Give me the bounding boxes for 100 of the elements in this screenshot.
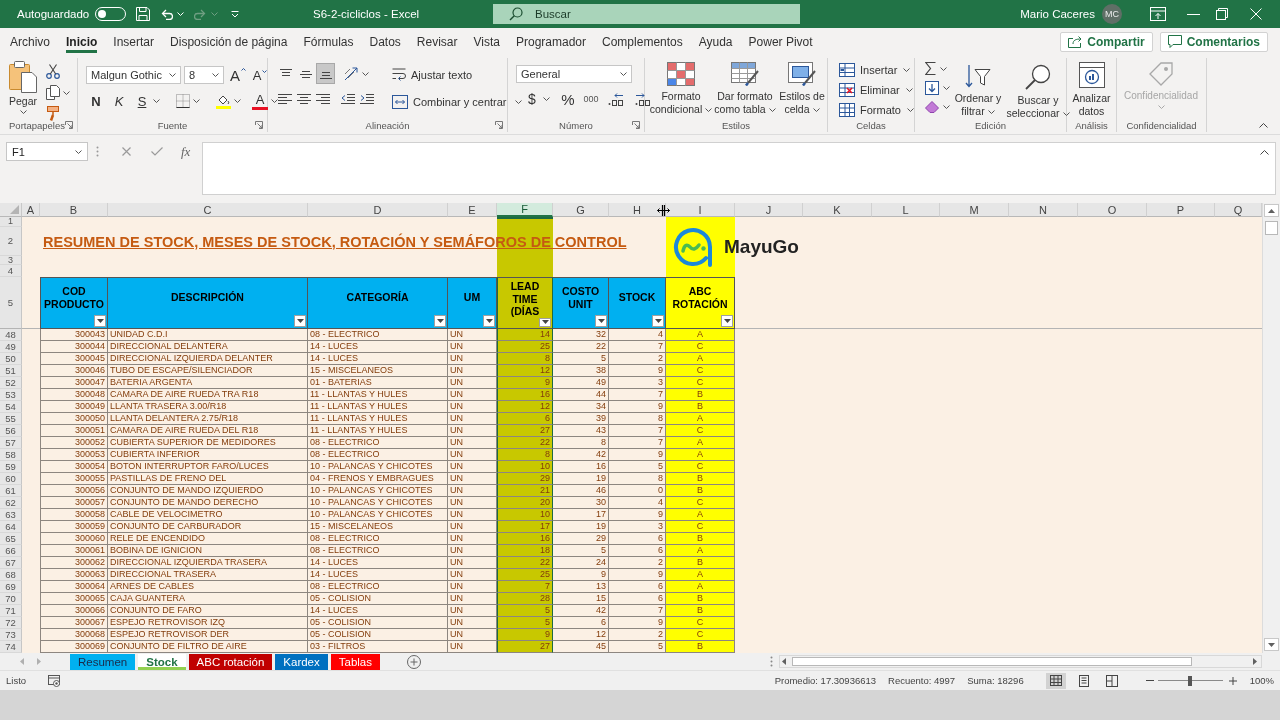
caret-icon[interactable]	[768, 108, 776, 113]
sheet-tab[interactable]: ABC rotación	[188, 653, 273, 670]
row-header[interactable]: 74	[0, 641, 22, 653]
row-header[interactable]: 68	[0, 569, 22, 581]
row-header[interactable]: 5	[0, 277, 22, 329]
decrease-decimal-icon[interactable]	[635, 92, 651, 106]
row-header[interactable]: 2	[0, 227, 22, 256]
drag-handle-icon[interactable]	[96, 146, 99, 157]
align-center-icon[interactable]	[297, 93, 311, 104]
ribbon-display-icon[interactable]	[1150, 7, 1166, 21]
row-header[interactable]: 72	[0, 617, 22, 629]
column-header[interactable]: F	[497, 203, 553, 217]
caret-icon[interactable]	[903, 67, 911, 72]
number-format-dropdown[interactable]: General	[516, 65, 632, 83]
filter-button[interactable]	[539, 317, 551, 327]
caret-icon[interactable]	[75, 149, 82, 154]
menu-tab[interactable]: Complementos	[594, 28, 691, 55]
row-header[interactable]: 62	[0, 497, 22, 509]
insert-function-button[interactable]: fx	[181, 143, 191, 160]
copy-icon[interactable]	[46, 85, 60, 100]
caret-icon[interactable]	[271, 99, 278, 103]
thousands-button[interactable]: 000	[583, 89, 599, 109]
row-header[interactable]: 51	[0, 365, 22, 377]
format-as-table-button[interactable]: Dar formato como tabla	[713, 60, 777, 118]
percent-button[interactable]: %	[560, 89, 576, 109]
shrink-font-button[interactable]: A	[252, 65, 268, 85]
drag-handle-icon[interactable]	[770, 656, 773, 667]
column-header[interactable]: B	[40, 203, 108, 217]
menu-tab[interactable]: Revisar	[408, 28, 466, 55]
sheet-tab[interactable]: Kardex	[275, 653, 328, 670]
column-header[interactable]: C	[108, 203, 308, 217]
menu-tab[interactable]: Insertar	[105, 28, 163, 55]
column-header[interactable]: P	[1147, 203, 1215, 217]
grow-font-button[interactable]: A	[230, 65, 246, 85]
row-header[interactable]: 1	[0, 217, 22, 227]
row-header[interactable]: 73	[0, 629, 22, 641]
undo-icon[interactable]	[160, 8, 174, 20]
normal-view-button[interactable]	[1045, 672, 1066, 689]
search-field[interactable]: Buscar	[493, 4, 800, 24]
scrollbar-thumb[interactable]	[1265, 221, 1278, 235]
horizontal-scrollbar[interactable]	[779, 655, 1262, 668]
row-header[interactable]: 4	[0, 265, 22, 277]
row-header[interactable]: 56	[0, 425, 22, 437]
column-header[interactable]: G	[553, 203, 609, 217]
zoom-slider-thumb[interactable]	[1188, 675, 1193, 686]
font-size-dropdown[interactable]: 8	[184, 66, 224, 84]
formula-input[interactable]	[202, 142, 1276, 195]
caret-icon[interactable]	[987, 110, 995, 115]
row-header[interactable]: 50	[0, 353, 22, 365]
increase-decimal-icon[interactable]	[608, 92, 624, 106]
filter-button[interactable]	[652, 315, 664, 327]
dialog-launcher-icon[interactable]	[632, 121, 640, 129]
sheet-tab[interactable]: Stock	[138, 653, 186, 670]
close-icon[interactable]	[1250, 8, 1262, 20]
conditional-formatting-button[interactable]: Formato condicional	[649, 60, 713, 118]
row-header[interactable]: 64	[0, 521, 22, 533]
column-header[interactable]: J	[735, 203, 803, 217]
scissors-icon[interactable]	[46, 64, 60, 79]
delete-cells-button[interactable]: Eliminar	[839, 80, 900, 99]
column-header[interactable]: I	[666, 203, 735, 217]
insert-cells-button[interactable]: Insertar	[839, 60, 898, 79]
caret-icon[interactable]	[940, 66, 947, 71]
menu-tab[interactable]: Disposición de página	[162, 28, 296, 55]
scroll-left-icon[interactable]	[782, 658, 786, 665]
text-orientation-icon[interactable]	[344, 66, 358, 81]
collapse-ribbon-icon[interactable]	[1259, 123, 1268, 128]
column-header[interactable]: E	[448, 203, 497, 217]
name-box[interactable]: F1	[6, 142, 88, 161]
currency-button[interactable]: $	[524, 89, 540, 109]
scroll-down-button[interactable]	[1264, 638, 1279, 651]
decrease-indent-icon[interactable]	[341, 93, 355, 104]
row-header[interactable]: 60	[0, 473, 22, 485]
increase-indent-icon[interactable]	[360, 93, 374, 104]
fill-color-icon[interactable]	[216, 93, 231, 109]
format-cells-button[interactable]: Formato	[839, 100, 901, 119]
save-icon[interactable]	[136, 7, 151, 21]
user-avatar[interactable]: MC	[1102, 4, 1122, 24]
restore-icon[interactable]	[1216, 8, 1228, 20]
row-header[interactable]: 48	[0, 329, 22, 341]
row-header[interactable]: 71	[0, 605, 22, 617]
menu-tab[interactable]: Power Pivot	[740, 28, 821, 55]
row-header[interactable]: 70	[0, 593, 22, 605]
align-right-icon[interactable]	[316, 93, 330, 104]
row-header[interactable]: 54	[0, 401, 22, 413]
caret-icon[interactable]	[362, 71, 369, 76]
dialog-launcher-icon[interactable]	[495, 121, 503, 129]
row-header[interactable]: 61	[0, 485, 22, 497]
add-sheet-icon[interactable]	[407, 654, 421, 669]
filter-button[interactable]	[721, 315, 733, 327]
caret-icon[interactable]	[193, 99, 200, 103]
borders-icon[interactable]	[176, 94, 190, 108]
caret-icon[interactable]	[63, 90, 70, 95]
column-header[interactable]: M	[940, 203, 1009, 217]
filter-button[interactable]	[294, 315, 306, 327]
row-header[interactable]: 59	[0, 461, 22, 473]
dialog-launcher-icon[interactable]	[65, 121, 73, 129]
collapse-icon[interactable]	[1260, 150, 1269, 155]
check-icon[interactable]	[151, 147, 163, 156]
fill-down-icon[interactable]	[925, 81, 939, 95]
column-header[interactable]: Q	[1215, 203, 1262, 217]
